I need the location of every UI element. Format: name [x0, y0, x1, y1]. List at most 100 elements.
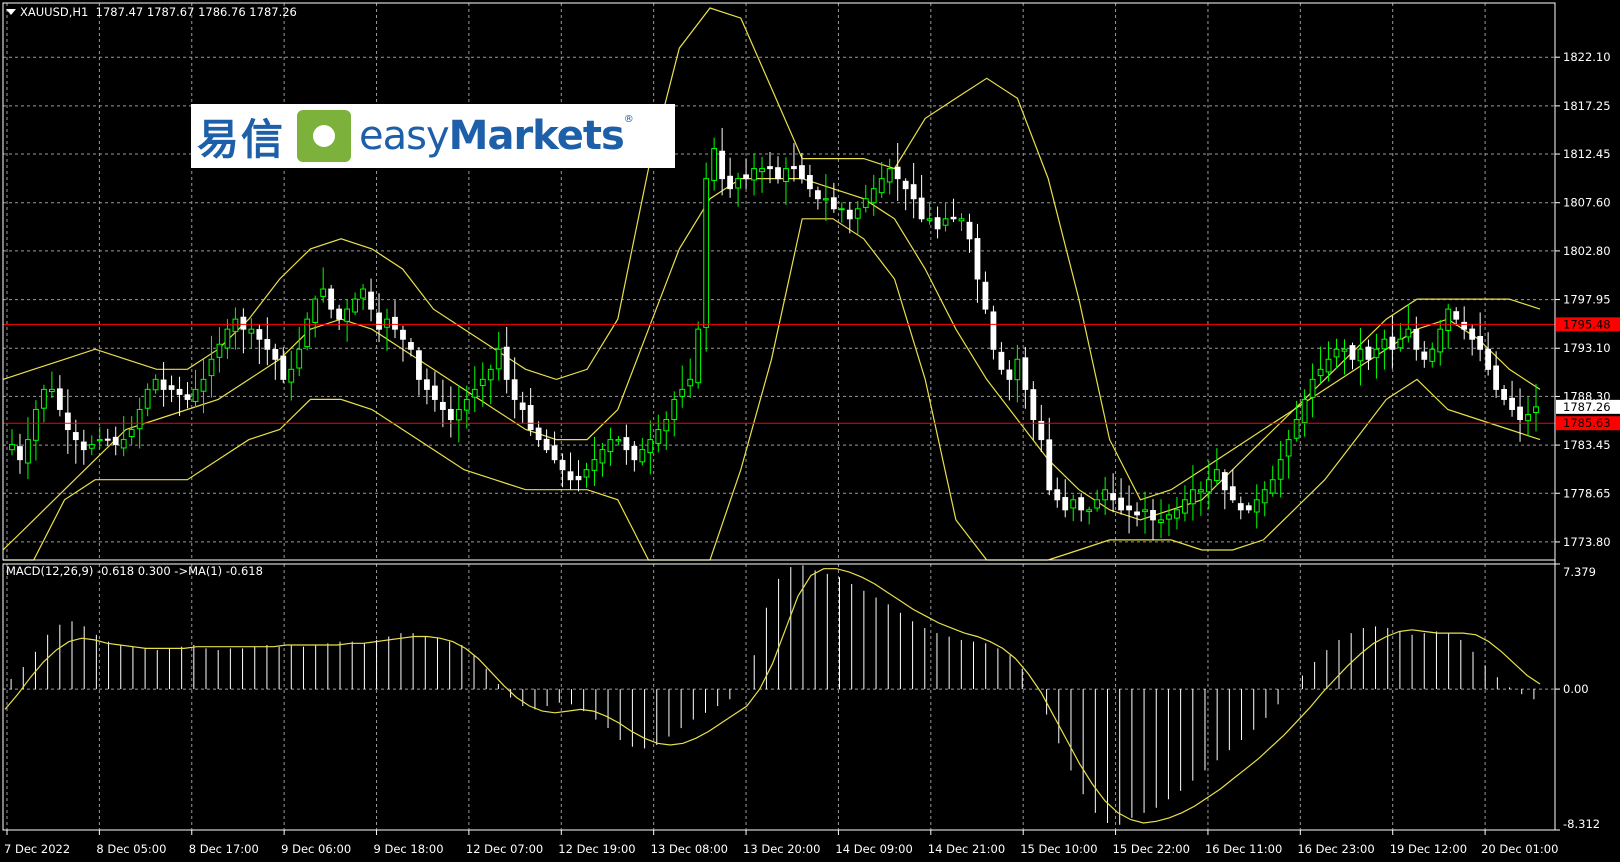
- candle-body: [1006, 369, 1013, 380]
- candle-body: [1469, 328, 1476, 340]
- candle-body: [384, 318, 390, 328]
- time-tick-label: 14 Dec 21:00: [928, 842, 1005, 856]
- candle-body: [503, 346, 510, 380]
- candle-body: [1174, 509, 1180, 519]
- candle-body: [424, 379, 430, 390]
- logo-chinese-text: 易信: [197, 114, 286, 164]
- candle-body: [535, 427, 542, 441]
- candle-body: [1389, 336, 1396, 350]
- candle-body: [1525, 413, 1531, 422]
- candle-body: [463, 398, 470, 411]
- candle-body: [1317, 368, 1324, 377]
- candle-body: [1325, 358, 1332, 373]
- candle-body: [144, 388, 151, 409]
- candle-body: [1142, 509, 1148, 513]
- candle-body: [1054, 489, 1061, 501]
- candle-body: [320, 288, 327, 297]
- time-tick-label: 14 Dec 09:00: [835, 842, 912, 856]
- candle-body: [1030, 389, 1037, 420]
- candle-body: [288, 368, 295, 383]
- candle-body: [1134, 511, 1140, 516]
- candle-body: [1485, 348, 1492, 370]
- candle-body: [431, 385, 438, 400]
- time-tick-label: 12 Dec 07:00: [466, 842, 543, 856]
- candle-body: [1150, 510, 1156, 521]
- candle-body: [854, 208, 861, 219]
- candle-body: [1182, 499, 1188, 514]
- candle-body: [192, 388, 199, 403]
- candle-body: [799, 165, 805, 180]
- candle-body: [870, 188, 877, 204]
- candle-body: [352, 298, 358, 313]
- candle-body: [360, 288, 366, 299]
- macd-tick-label: -8.312: [1563, 817, 1600, 831]
- candle-body: [767, 166, 773, 170]
- candle-body: [583, 469, 590, 478]
- candle-body: [1373, 348, 1380, 359]
- candle-body: [775, 167, 781, 180]
- candle-body: [296, 348, 303, 369]
- time-tick-label: 20 Dec 01:00: [1481, 842, 1558, 856]
- level-price-label: 1795.48: [1563, 317, 1611, 331]
- candle-body: [1269, 479, 1276, 494]
- candle-body: [344, 308, 351, 322]
- candle-body: [200, 378, 207, 392]
- candle-body: [272, 348, 279, 360]
- candle-body: [631, 445, 638, 461]
- time-tick-label: 16 Dec 11:00: [1205, 842, 1282, 856]
- candle-body: [96, 439, 103, 442]
- candle-body: [1501, 389, 1507, 400]
- candle-body: [639, 449, 646, 463]
- candle-body: [232, 318, 239, 332]
- candle-body: [184, 394, 191, 400]
- candle-body: [1341, 348, 1348, 352]
- candle-body: [416, 350, 422, 380]
- candle-body: [1038, 420, 1045, 441]
- candle-body: [647, 439, 654, 454]
- dropdown-triangle-icon[interactable]: [6, 9, 16, 15]
- candle-body: [807, 175, 813, 190]
- candle-body: [711, 148, 718, 181]
- candle-body: [615, 439, 622, 442]
- candle-body: [56, 388, 63, 410]
- candle-body: [1253, 499, 1260, 513]
- candle-body: [934, 217, 941, 230]
- candle-body: [1293, 418, 1300, 439]
- candle-body: [878, 178, 885, 194]
- candle-body: [703, 178, 710, 328]
- candle-body: [1533, 406, 1539, 413]
- time-tick-label: 8 Dec 05:00: [96, 842, 166, 856]
- candle-body: [1126, 505, 1132, 511]
- symbol-label: XAUUSD,H1: [20, 5, 89, 19]
- candle-body: [224, 328, 231, 349]
- candle-body: [998, 351, 1005, 370]
- candle-body: [479, 378, 486, 386]
- candle-body: [791, 166, 797, 170]
- candle-body: [1070, 499, 1077, 509]
- candle-body: [128, 429, 135, 437]
- candle-body: [1158, 519, 1164, 524]
- candle-body: [958, 218, 965, 222]
- candle-body: [862, 198, 869, 208]
- candle-body: [519, 402, 526, 410]
- price-tick-label: 1807.60: [1563, 196, 1611, 210]
- candle-body: [48, 388, 55, 393]
- candle-body: [1086, 509, 1093, 513]
- candle-body: [607, 439, 614, 453]
- candle-body: [591, 459, 598, 471]
- candle-body: [1213, 469, 1220, 482]
- candle-body: [918, 197, 925, 220]
- price-tick-label: 1822.10: [1563, 50, 1611, 64]
- candle-body: [1477, 335, 1484, 350]
- main-pane-border: [2, 2, 1556, 561]
- price-tick-label: 1773.80: [1563, 535, 1611, 549]
- candle-body: [735, 178, 741, 189]
- easymarkets-logo: 易信 easyMarkets ®: [191, 104, 675, 168]
- candle-body: [1405, 328, 1412, 338]
- candle-body: [1429, 348, 1436, 362]
- time-tick-label: 15 Dec 10:00: [1020, 842, 1097, 856]
- candle-body: [376, 312, 382, 330]
- candle-body: [487, 368, 494, 381]
- candle-body: [120, 439, 127, 449]
- candle-body: [1357, 348, 1364, 362]
